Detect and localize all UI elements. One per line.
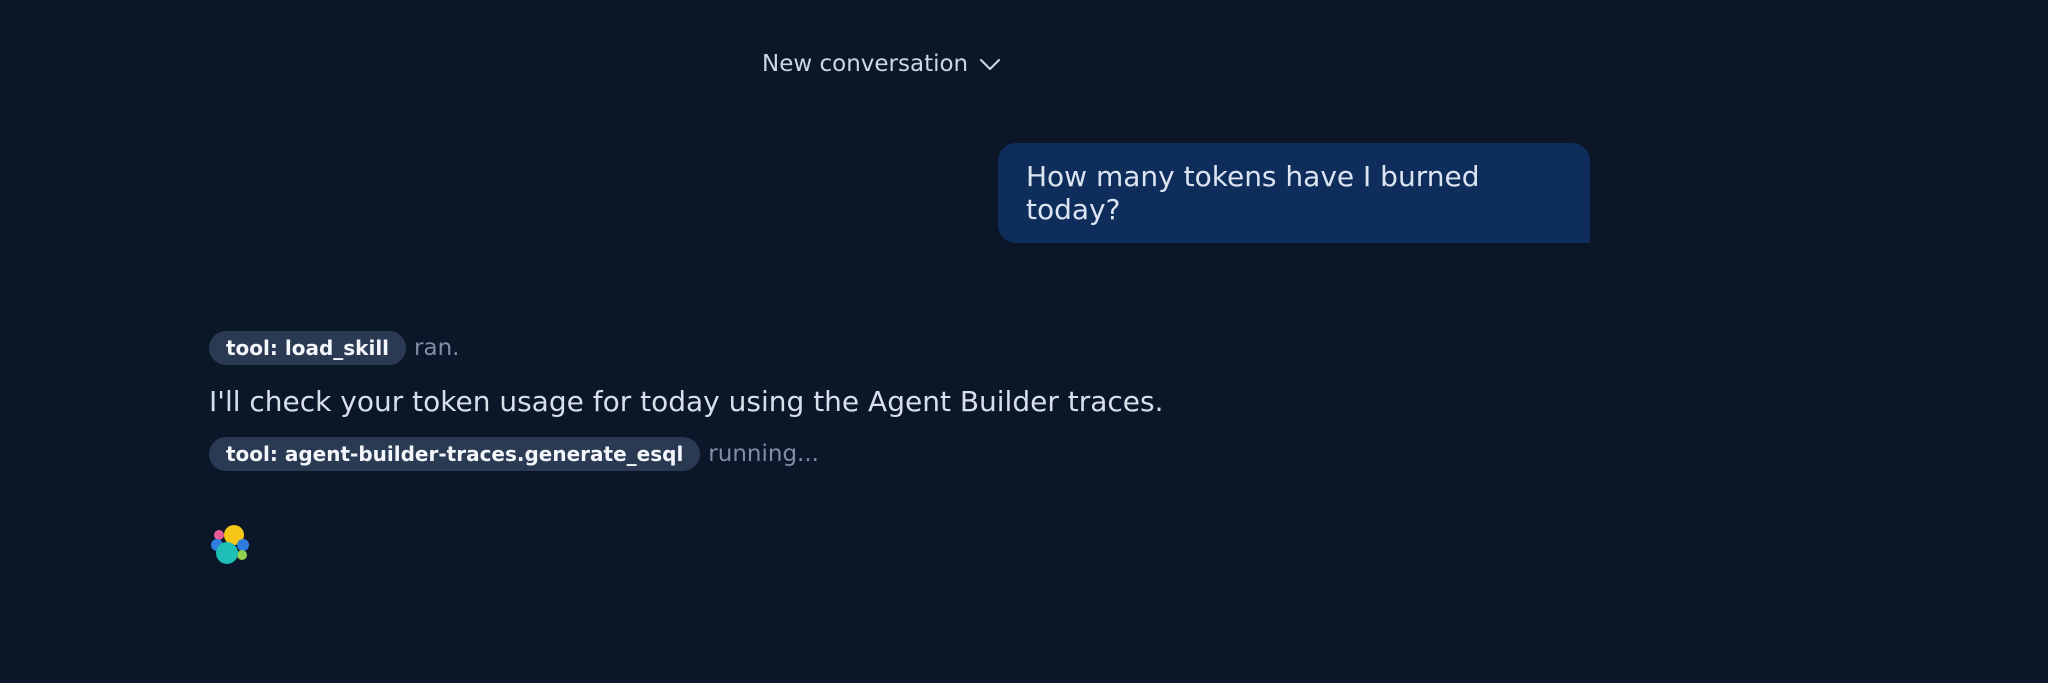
user-message-bubble: How many tokens have I burned today? — [998, 143, 1590, 243]
chat-window: New conversation How many tokens have I … — [0, 0, 2048, 683]
tool-badge-generate-esql[interactable]: tool: agent-builder-traces.generate_esql — [209, 436, 701, 471]
tool-step: tool: load_skill ran. — [209, 330, 1709, 365]
conversation-title: New conversation — [762, 51, 969, 77]
assistant-message-text: I'll check your token usage for today us… — [209, 385, 1164, 418]
elastic-logo-icon — [211, 525, 249, 564]
assistant-response: tool: load_skill ran. I'll check your to… — [209, 330, 1709, 471]
chevron-down-icon — [980, 59, 1001, 70]
tool-step: tool: agent-builder-traces.generate_esql… — [209, 436, 1709, 471]
tool-status: running... — [708, 440, 819, 467]
tool-status: ran. — [414, 334, 460, 361]
user-message-text: How many tokens have I burned today? — [1026, 160, 1480, 226]
conversation-selector[interactable]: New conversation — [762, 44, 1001, 84]
tool-badge-load-skill[interactable]: tool: load_skill — [209, 330, 407, 365]
